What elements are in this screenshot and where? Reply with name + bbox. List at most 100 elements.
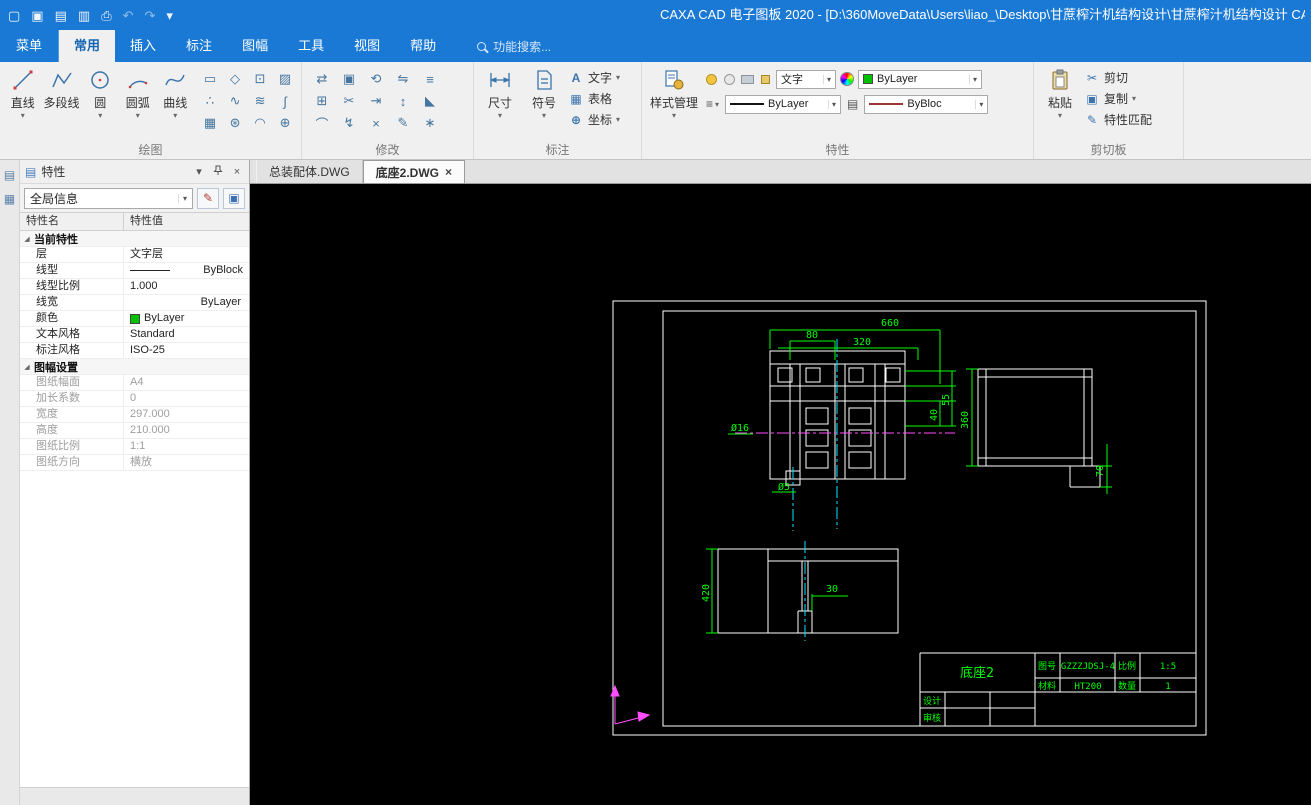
linetype-icon[interactable]: ≡ ▾ [704, 97, 721, 111]
rectangle-icon[interactable]: ▭ [200, 69, 220, 89]
tab-help[interactable]: 帮助 [395, 30, 451, 62]
center-rectangle-icon[interactable]: ⊡ [250, 69, 270, 89]
tab-annotate[interactable]: 标注 [171, 30, 227, 62]
group-label-draw: 绘图 [138, 143, 163, 157]
spline-tool-button[interactable]: 曲线 ▾ [159, 66, 193, 120]
prop-row-layer[interactable]: 层 文字层 [20, 247, 249, 263]
customize-quick-access-icon[interactable]: ▾ [166, 9, 173, 22]
linetype-combo[interactable]: ByLayer ▾ [725, 94, 842, 114]
save-all-icon[interactable]: ▥ [78, 9, 90, 22]
pin-icon[interactable] [211, 165, 225, 179]
prop-row-lineweight[interactable]: 线宽 ByLayer [20, 295, 249, 311]
gear-icon[interactable]: ⊛ [225, 113, 245, 133]
redo-icon[interactable]: ↷ [145, 9, 156, 22]
offset-icon[interactable]: ≡ [420, 69, 440, 89]
save-icon[interactable]: ▤ [55, 9, 67, 22]
tab-home[interactable]: 常用 [59, 30, 116, 62]
rotate-icon[interactable]: ⟲ [366, 69, 386, 89]
tab-insert[interactable]: 插入 [115, 30, 171, 62]
arc-tool-button[interactable]: 圆弧 ▾ [121, 66, 155, 120]
trim-icon[interactable]: ✂ [339, 91, 359, 111]
symbol-tool-button[interactable]: 符号 ▾ [524, 66, 564, 120]
copy-button[interactable]: ▣ 复制 ▾ [1084, 89, 1152, 108]
table-tool-button[interactable]: ▦ 表格 [568, 89, 620, 108]
paste-button[interactable]: 粘贴 ▾ [1040, 66, 1080, 120]
function-search[interactable]: 功能搜索... [477, 30, 551, 62]
prop-value: ByLayer [200, 296, 241, 308]
chevron-down-icon: ▾ [20, 111, 25, 120]
property-brush-button[interactable]: ✎ [197, 187, 219, 209]
chevron-down-icon[interactable]: ▾ [192, 165, 206, 178]
wave-line-icon[interactable]: ∿ [225, 91, 245, 111]
axis-icon[interactable]: ⊕ [275, 113, 295, 133]
translate-icon[interactable]: ⇄ [312, 69, 332, 89]
copy-entity-icon[interactable]: ▣ [339, 69, 359, 89]
layer-on-icon[interactable] [704, 72, 718, 86]
text-tool-button[interactable]: A 文字 ▾ [568, 68, 620, 87]
fill-icon[interactable]: ▦ [200, 113, 220, 133]
layer-freeze-icon[interactable] [722, 72, 736, 86]
layer-combo[interactable]: 文字 ▾ [776, 69, 836, 89]
doc-tab-assembly[interactable]: 总装配体.DWG [256, 160, 363, 183]
circle-tool-button[interactable]: 圆 ▾ [84, 66, 118, 120]
dim-30: 30 [826, 584, 838, 595]
prop-section-sheet[interactable]: ◢ 图幅设置 [20, 359, 249, 375]
prop-row-color[interactable]: 颜色 ByLayer [20, 311, 249, 327]
prop-row-linetype-scale[interactable]: 线型比例 1.000 [20, 279, 249, 295]
menu-button[interactable]: 菜单 [0, 30, 60, 62]
mirror-icon[interactable]: ⇋ [393, 69, 413, 89]
double-line-icon[interactable]: ≋ [250, 91, 270, 111]
prop-row-text-style[interactable]: 文本风格 Standard [20, 327, 249, 343]
color-wheel-icon[interactable] [840, 72, 854, 86]
prop-row-linetype[interactable]: 线型 ByBlock [20, 263, 249, 279]
lineweight-icon[interactable]: ▤ [845, 97, 860, 111]
drawing-canvas[interactable]: 660 80 320 40 55 Ø16 Ø5 360 70 420 30 底座… [250, 184, 1311, 805]
formula-curve-icon[interactable]: ∫ [275, 91, 295, 111]
properties-tab-icon[interactable]: ▤ [4, 168, 15, 182]
match-properties-button[interactable]: ✎ 特性匹配 [1084, 110, 1152, 129]
layer-lock-icon[interactable] [758, 72, 772, 86]
erase-icon[interactable]: × [366, 113, 386, 133]
fillet-icon[interactable]: ⌒ [312, 113, 332, 133]
properties-panel-header: ▤ 特性 ▾ × [20, 160, 249, 184]
tab-tools[interactable]: 工具 [283, 30, 339, 62]
open-file-icon[interactable]: ▣ [31, 9, 43, 22]
polygon-icon[interactable]: ◇ [225, 69, 245, 89]
arc-3p-icon[interactable]: ◠ [250, 113, 270, 133]
break-icon[interactable]: ↯ [339, 113, 359, 133]
extend-icon[interactable]: ⇥ [366, 91, 386, 111]
line-tool-button[interactable]: 直线 ▾ [6, 66, 40, 120]
coordinate-tool-button[interactable]: ⊕ 坐标 ▾ [568, 110, 620, 129]
close-panel-icon[interactable]: × [230, 166, 244, 178]
cad-drawing[interactable]: 660 80 320 40 55 Ø16 Ø5 360 70 420 30 底座… [250, 184, 1311, 805]
undo-icon[interactable]: ↶ [123, 9, 134, 22]
explode-icon[interactable]: ∗ [420, 113, 440, 133]
prop-row-dim-style[interactable]: 标注风格 ISO-25 [20, 343, 249, 359]
object-select-button[interactable]: ▣ [223, 187, 245, 209]
tab-view[interactable]: 视图 [339, 30, 395, 62]
title-scale-label: 比例 [1118, 660, 1136, 672]
close-tab-icon[interactable]: × [445, 165, 452, 179]
new-file-icon[interactable]: ▢ [8, 9, 20, 22]
tab-sheet[interactable]: 图幅 [227, 30, 283, 62]
library-tab-icon[interactable]: ▦ [4, 192, 15, 206]
point-icon[interactable]: ∴ [200, 91, 220, 111]
layer-print-icon[interactable] [740, 72, 754, 86]
lineweight-combo[interactable]: ByBloc ▾ [864, 94, 989, 114]
polyline-tool-button[interactable]: 多段线 [44, 66, 80, 120]
stretch-icon[interactable]: ↕ [393, 91, 413, 111]
print-icon[interactable]: ⎙ [101, 9, 111, 22]
array-icon[interactable]: ⊞ [312, 91, 332, 111]
ucs-axes-icon [610, 684, 651, 725]
cut-button[interactable]: ✂ 剪切 [1084, 68, 1152, 87]
edit-icon[interactable]: ✎ [393, 113, 413, 133]
chamfer-icon[interactable]: ◣ [420, 91, 440, 111]
style-manager-button[interactable]: 样式管理 ▾ [648, 66, 700, 120]
scope-combo[interactable]: 全局信息 ▾ [24, 187, 193, 209]
color-combo[interactable]: ByLayer ▾ [858, 69, 982, 89]
hatch-icon[interactable]: ▨ [275, 69, 295, 89]
doc-tab-dizuo2[interactable]: 底座2.DWG × [362, 160, 466, 183]
prop-section-current[interactable]: ◢ 当前特性 [20, 231, 249, 247]
dimension-tool-button[interactable]: 尺寸 ▾ [480, 66, 520, 120]
dimension-icon [488, 66, 512, 94]
